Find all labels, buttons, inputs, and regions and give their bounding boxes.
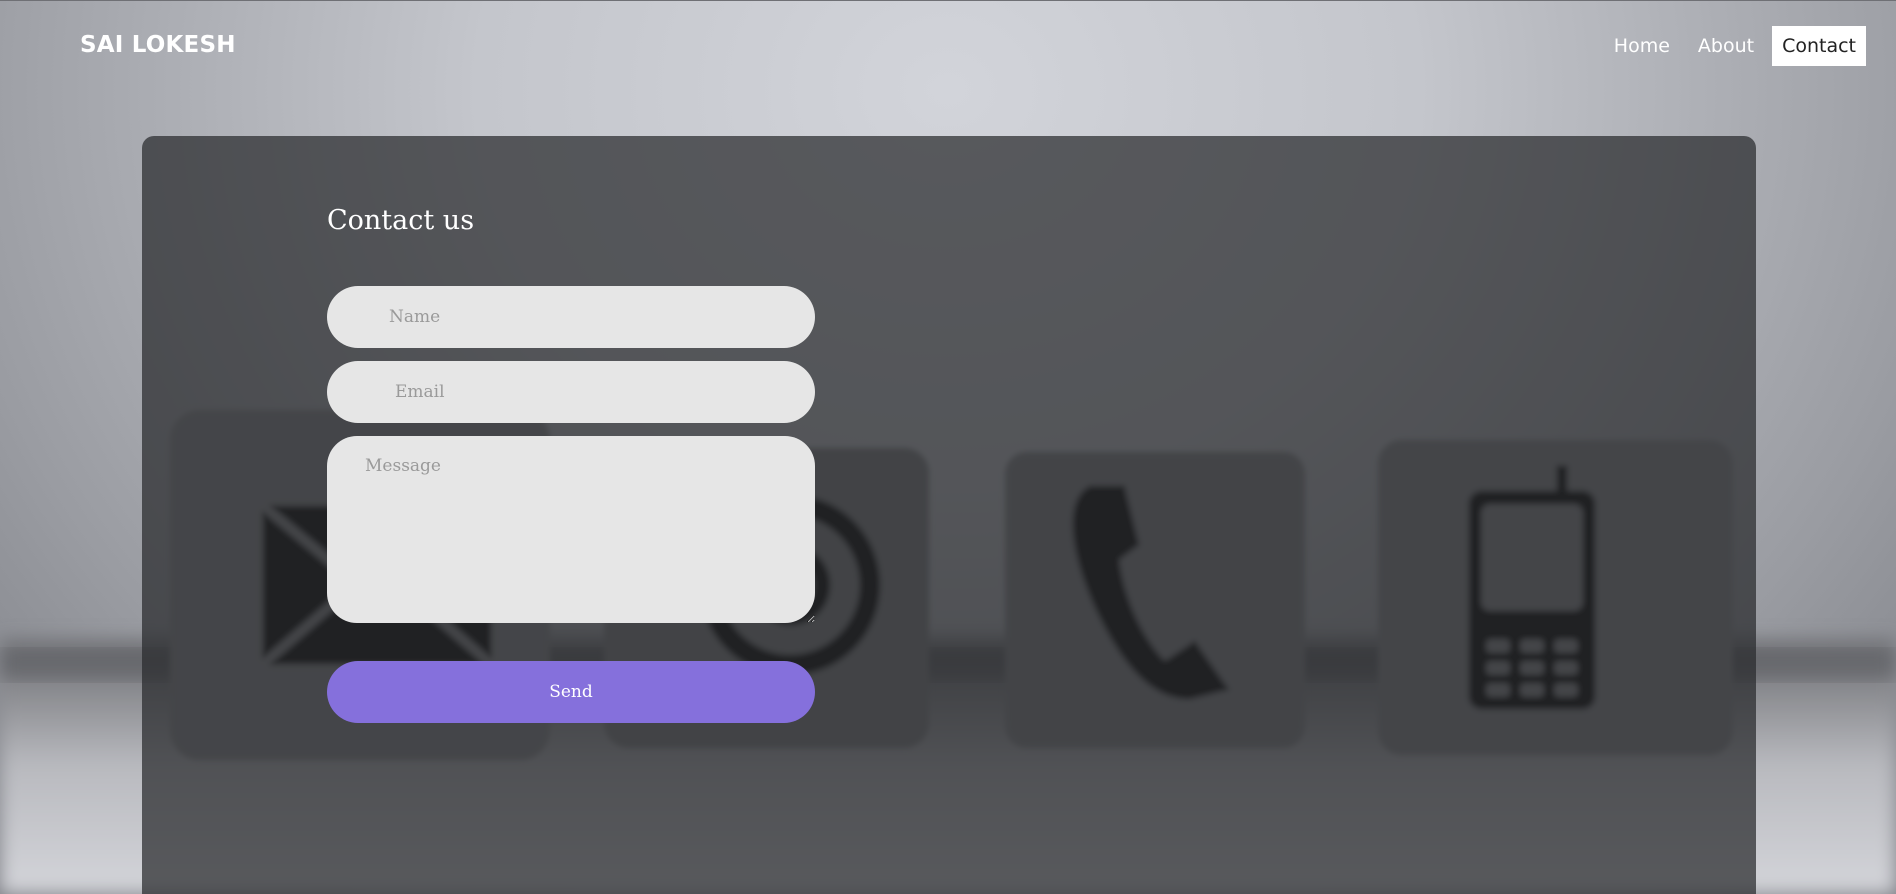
message-textarea[interactable]: [327, 436, 815, 623]
nav-home[interactable]: Home: [1604, 26, 1680, 66]
email-input[interactable]: [327, 361, 815, 423]
top-border: [0, 0, 1896, 1]
send-button[interactable]: Send: [327, 661, 815, 723]
contact-page: SAI LOKESH Home About Contact Contact us…: [0, 0, 1896, 894]
main-nav: Home About Contact: [1604, 26, 1866, 66]
nav-contact[interactable]: Contact: [1772, 26, 1866, 66]
nav-about[interactable]: About: [1688, 26, 1764, 66]
site-brand[interactable]: SAI LOKESH: [80, 32, 236, 58]
contact-title: Contact us: [327, 205, 475, 236]
name-input[interactable]: [327, 286, 815, 348]
